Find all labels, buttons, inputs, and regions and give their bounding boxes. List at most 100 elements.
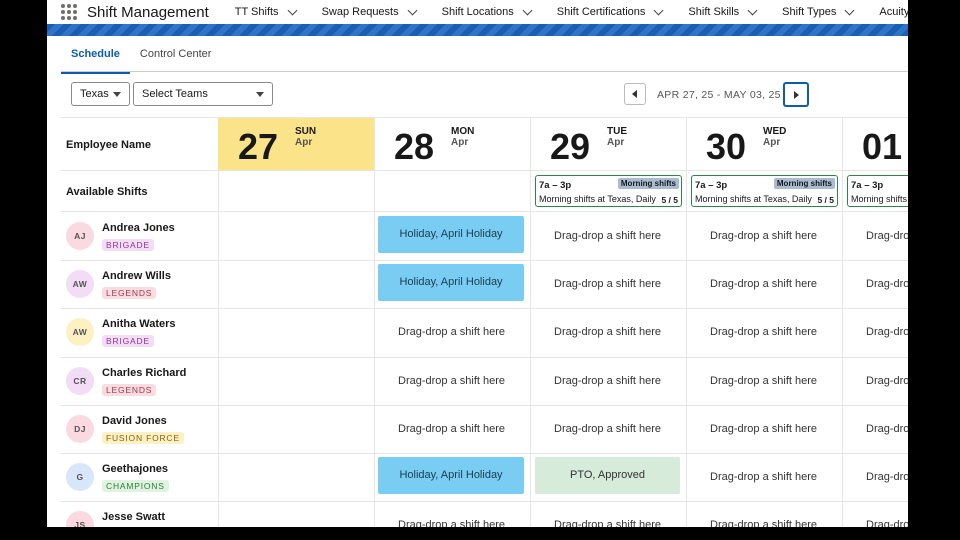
pto-block[interactable]: PTO, Approved xyxy=(535,457,680,494)
shift-drop-zone[interactable]: Drag-drop a shift here xyxy=(686,230,841,242)
avatar: AW xyxy=(66,318,94,347)
shift-drop-zone[interactable]: Drag-dro xyxy=(866,326,908,338)
shift-time: 7a – 3p xyxy=(539,180,572,191)
nav-shift-certifications[interactable]: Shift Certifications xyxy=(556,5,664,18)
app-launcher-icon[interactable] xyxy=(61,4,77,20)
shift-drop-zone[interactable]: Drag-drop a shift here xyxy=(686,423,841,435)
shift-drop-zone[interactable]: Drag-drop a shift here xyxy=(686,471,841,483)
day-header-29: 29 TUE Apr xyxy=(530,118,686,170)
shift-drop-zone[interactable]: Drag-drop a shift here xyxy=(530,375,685,387)
state-select[interactable]: Texas xyxy=(71,82,130,106)
shift-drop-zone[interactable]: Drag-drop a shift here xyxy=(530,519,685,527)
day-of-week: SUN xyxy=(295,126,317,137)
shift-slot-count: 5 / 5 xyxy=(817,195,834,205)
chevron-down-icon[interactable] xyxy=(747,5,758,15)
shift-drop-zone[interactable]: Drag-drop a shift here xyxy=(686,326,841,338)
shift-description: Morning shifts at Texas, Daily xyxy=(695,194,812,204)
avatar: DJ xyxy=(66,414,94,443)
shift-drop-zone[interactable]: Drag-drop a shift here xyxy=(530,230,685,242)
previous-week-button[interactable] xyxy=(624,83,646,105)
app-window: Shift Management TT Shifts Swap Requests… xyxy=(47,0,908,527)
available-shift-card[interactable]: 7a – 3p Morning shifts Morning shifts at T… xyxy=(535,175,682,207)
shift-drop-zone[interactable]: Drag-dro xyxy=(866,423,908,435)
shift-drop-zone[interactable]: Drag-dro xyxy=(866,519,908,527)
holiday-block[interactable]: Holiday, April Holiday xyxy=(378,216,524,253)
chevron-down-icon[interactable] xyxy=(407,5,418,15)
shift-drop-zone[interactable]: Drag-dro xyxy=(866,375,908,387)
shift-drop-zone[interactable]: Drag-drop a shift here xyxy=(374,326,529,338)
shift-time: 7a – 3p xyxy=(851,180,884,191)
team-select[interactable]: Select Teams xyxy=(133,82,273,106)
employee-name[interactable]: Geethajones xyxy=(102,463,168,475)
day-header-28: 28 MON Apr xyxy=(374,118,530,170)
shift-drop-zone[interactable]: Drag-drop a shift here xyxy=(530,278,685,290)
shift-drop-zone[interactable]: Drag-drop a shift here xyxy=(374,519,529,527)
grid-column-line xyxy=(374,118,375,527)
shift-drop-zone[interactable]: Drag-dro xyxy=(866,471,908,483)
shift-type-badge: Morning shifts xyxy=(773,178,835,189)
chevron-down-icon[interactable] xyxy=(653,5,664,15)
shift-drop-zone[interactable]: Drag-drop a shift here xyxy=(686,519,841,527)
tab-schedule[interactable]: Schedule xyxy=(61,40,130,74)
top-navigation: Shift Management TT Shifts Swap Requests… xyxy=(47,0,908,24)
nav-swap-requests[interactable]: Swap Requests xyxy=(321,5,418,18)
grid-row-line xyxy=(61,211,908,212)
day-of-week: TUE xyxy=(607,126,627,137)
nav-tt-shifts[interactable]: TT Shifts xyxy=(234,5,298,18)
shift-drop-zone[interactable]: Drag-drop a shift here xyxy=(374,423,529,435)
holiday-block[interactable]: Holiday, April Holiday xyxy=(378,264,524,302)
state-value: Texas xyxy=(80,88,109,100)
nav-acuity-levels[interactable]: Acuity Levels xyxy=(879,6,908,18)
shift-drop-zone[interactable]: Drag-drop a shift here xyxy=(530,423,685,435)
shift-drop-zone[interactable]: Drag-drop a shift here xyxy=(530,326,685,338)
nav-shift-types[interactable]: Shift Types xyxy=(782,5,855,18)
team-badge: BRIGADE xyxy=(102,239,154,251)
tab-control-center[interactable]: Control Center xyxy=(130,40,222,72)
shift-drop-zone[interactable]: Drag-dro xyxy=(866,278,908,290)
shift-drop-zone[interactable]: Drag-drop a shift here xyxy=(374,375,529,387)
team-badge: LEGENDS xyxy=(102,383,157,396)
chevron-down-icon[interactable] xyxy=(844,5,855,15)
shift-drop-zone[interactable]: Drag-drop a shift here xyxy=(686,375,841,387)
employee-name[interactable]: David Jones xyxy=(102,415,167,427)
day-header-30: 30 WED Apr xyxy=(686,118,842,170)
chevron-down-icon[interactable] xyxy=(522,5,533,15)
employee-name[interactable]: Charles Richard xyxy=(102,367,186,379)
next-week-button[interactable] xyxy=(783,82,809,107)
employee-name[interactable]: Andrew Wills xyxy=(102,270,171,282)
team-badge: FUSION FORCE xyxy=(102,431,184,444)
shift-drop-zone[interactable]: Drag-drop a shift here xyxy=(686,278,841,290)
nav-shift-locations[interactable]: Shift Locations xyxy=(441,5,533,18)
day-of-week: MON xyxy=(451,126,475,137)
shift-drop-zone[interactable]: Drag-dro xyxy=(866,230,908,242)
nav-label: Shift Types xyxy=(782,6,837,18)
avatar: AJ xyxy=(66,222,94,250)
grid-row-line xyxy=(61,453,908,454)
team-placeholder: Select Teams xyxy=(142,88,208,100)
chevron-down-icon[interactable] xyxy=(287,5,298,15)
available-shift-card[interactable]: 7a – 3p Morning shifts Morning shifts at T… xyxy=(691,175,838,207)
grid-column-line xyxy=(530,118,531,527)
tab-bar: Schedule Control Center xyxy=(61,40,222,74)
employee-name[interactable]: Andrea Jones xyxy=(102,222,175,234)
nav-label: TT Shifts xyxy=(234,6,279,18)
day-of-week: WED xyxy=(763,126,787,137)
holiday-block[interactable]: Holiday, April Holiday xyxy=(378,457,524,494)
avatar: JS xyxy=(66,511,94,527)
nav-label: Shift Certifications xyxy=(556,6,646,18)
nav-label: Swap Requests xyxy=(321,6,399,18)
day-month: Apr xyxy=(763,137,781,148)
employee-name[interactable]: Jesse Swatt xyxy=(102,511,165,523)
nav-shift-skills[interactable]: Shift Skills xyxy=(688,5,758,18)
grid-row-line xyxy=(61,501,908,502)
avatar: AW xyxy=(66,270,94,299)
day-number: 28 xyxy=(394,126,435,167)
grid-row-line xyxy=(61,405,908,406)
nav-label: Shift Locations xyxy=(441,6,514,18)
grid-row-line xyxy=(61,308,908,309)
team-badge: LEGENDS xyxy=(102,287,157,300)
employee-name[interactable]: Anitha Waters xyxy=(102,318,176,330)
available-shift-card[interactable]: 7a – 3p Morning shifts xyxy=(847,175,908,207)
app-name: Shift Management xyxy=(87,3,209,21)
date-range: APR 27, 25 - MAY 03, 25 xyxy=(657,89,781,101)
